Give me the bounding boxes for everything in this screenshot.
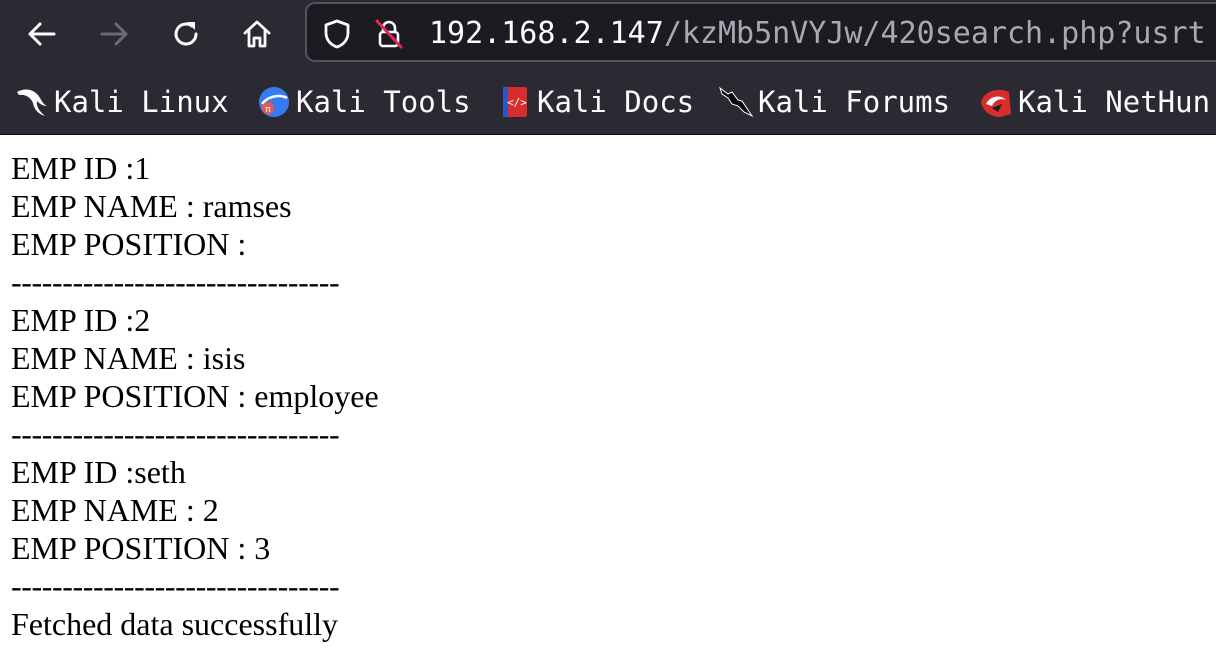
kali-nethunter-icon (978, 84, 1014, 120)
kali-docs-icon: </> (497, 84, 533, 120)
emp-position-line: EMP POSITION : employee (11, 378, 379, 414)
bookmark-label: Kali Docs (537, 85, 695, 119)
bookmark-label: Kali Tools (296, 85, 471, 119)
bookmark-kali-forums[interactable]: Kali Forums (718, 82, 950, 122)
record-separator: -------------------------------- (11, 568, 340, 604)
navigation-toolbar: 192.168.2.147/kzMb5nVYJw/420search.php?u… (0, 0, 1216, 68)
record-separator: -------------------------------- (11, 264, 340, 300)
back-button[interactable] (20, 12, 64, 56)
bookmark-label: Kali Forums (758, 85, 951, 119)
svg-text:π: π (265, 105, 271, 115)
insecure-lock-icon[interactable] (373, 18, 405, 50)
kali-forums-icon (718, 84, 754, 120)
employee-record: EMP ID :seth EMP NAME : 2 EMP POSITION :… (11, 453, 1216, 605)
emp-id-line: EMP ID :seth (11, 454, 186, 490)
reload-icon (174, 22, 198, 46)
bookmark-kali-docs[interactable]: </> Kali Docs (497, 82, 694, 122)
emp-id-line: EMP ID :2 (11, 302, 151, 338)
status-message: Fetched data successfully (11, 606, 338, 642)
svg-text:</>: </> (507, 96, 527, 109)
emp-id-line: EMP ID :1 (11, 150, 151, 186)
home-button[interactable] (235, 12, 279, 56)
arrow-left-icon (28, 22, 56, 46)
emp-name-line: EMP NAME : ramses (11, 188, 292, 224)
bookmark-label: Kali Linux (54, 85, 229, 119)
bookmark-kali-linux[interactable]: Kali Linux (14, 82, 229, 122)
url-host: 192.168.2.147 (429, 16, 664, 51)
bookmarks-toolbar: Kali Linux π Kali Tools </> Kali Docs Ka… (0, 68, 1216, 135)
url-path: /kzMb5nVYJw/420search.php?usrt (663, 16, 1206, 51)
emp-name-line: EMP NAME : isis (11, 340, 246, 376)
record-separator: -------------------------------- (11, 416, 340, 452)
kali-tools-icon: π (256, 84, 292, 120)
page-content: EMP ID :1 EMP NAME : ramses EMP POSITION… (0, 135, 1216, 643)
shield-icon[interactable] (321, 18, 353, 50)
arrow-right-icon (100, 22, 128, 46)
reload-button[interactable] (164, 12, 208, 56)
employee-record: EMP ID :2 EMP NAME : isis EMP POSITION :… (11, 301, 1216, 453)
url-bar[interactable]: 192.168.2.147/kzMb5nVYJw/420search.php?u… (305, 2, 1216, 62)
kali-dragon-icon (14, 84, 50, 120)
forward-button[interactable] (92, 12, 136, 56)
browser-chrome: 192.168.2.147/kzMb5nVYJw/420search.php?u… (0, 0, 1216, 135)
emp-name-line: EMP NAME : 2 (11, 492, 219, 528)
url-text[interactable]: 192.168.2.147/kzMb5nVYJw/420search.php?u… (429, 14, 1206, 54)
emp-position-line: EMP POSITION : 3 (11, 530, 271, 566)
bookmark-kali-tools[interactable]: π Kali Tools (256, 82, 471, 122)
bookmark-label: Kali NetHun (1018, 85, 1211, 119)
employee-record: EMP ID :1 EMP NAME : ramses EMP POSITION… (11, 149, 1216, 301)
bookmark-kali-nethunter[interactable]: Kali NetHun (978, 82, 1210, 122)
emp-position-line: EMP POSITION : (11, 226, 247, 262)
home-icon (243, 20, 271, 48)
